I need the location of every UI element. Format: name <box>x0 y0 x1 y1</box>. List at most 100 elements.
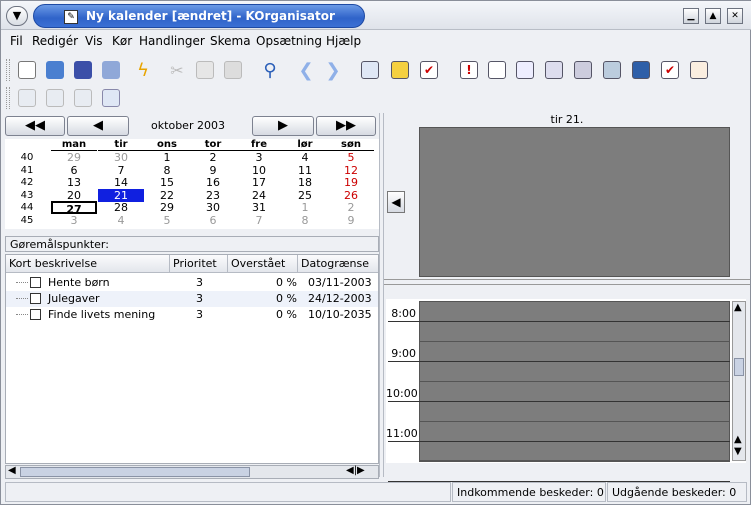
scroll-right-arrows[interactable]: ◀|▶ <box>346 465 365 476</box>
maximize-button[interactable]: ▲ <box>705 8 721 24</box>
calendar-day[interactable]: 10 <box>236 164 282 177</box>
copy-icon[interactable] <box>193 58 217 82</box>
todo-row[interactable]: Hente børn 3 0 % 03/11-2003 <box>6 275 378 291</box>
scroll-thumb[interactable] <box>20 467 250 477</box>
new-todo-icon[interactable]: ✔ <box>417 58 441 82</box>
calendar-day[interactable]: 8 <box>144 164 190 177</box>
calendar-day[interactable]: 2 <box>328 201 374 214</box>
col-completed[interactable]: Overstået <box>228 255 298 273</box>
toolbar-grip-2[interactable] <box>6 87 10 109</box>
close-button[interactable]: ✕ <box>727 8 743 24</box>
calendar-day[interactable]: 9 <box>328 214 374 227</box>
todo-row[interactable]: Finde livets mening 3 0 % 10/10-2035 <box>6 307 378 323</box>
menu-handlinger[interactable]: Handlinger <box>139 34 205 48</box>
calendar-day[interactable]: 3 <box>236 151 282 164</box>
month-icon[interactable] <box>629 58 653 82</box>
new-event-icon[interactable] <box>388 58 412 82</box>
back-icon[interactable]: ❮ <box>294 58 318 82</box>
week-number[interactable]: 40 <box>5 152 49 163</box>
week-icon[interactable] <box>571 58 595 82</box>
new-icon[interactable] <box>15 58 39 82</box>
week-number[interactable]: 43 <box>5 190 49 201</box>
calendar-day[interactable]: 31 <box>236 201 282 214</box>
calendar-day[interactable]: 9 <box>190 164 236 177</box>
calendar-day[interactable]: 17 <box>236 176 282 189</box>
agenda-splitter[interactable] <box>384 279 750 285</box>
next-year-button[interactable]: ▶▶ <box>316 116 376 136</box>
journal-icon[interactable] <box>687 58 711 82</box>
next-days-icon[interactable] <box>600 58 624 82</box>
cut-icon[interactable]: ✂ <box>165 58 189 82</box>
calendar-day[interactable]: 5 <box>144 214 190 227</box>
title-pill[interactable]: ✎ Ny kalender [ændret] - KOrganisator <box>33 4 365 28</box>
calendar-day[interactable]: 28 <box>98 201 144 214</box>
calendar-day[interactable]: 3 <box>51 214 97 227</box>
calendar-day[interactable]: 22 <box>144 189 190 202</box>
calendar-day[interactable]: 11 <box>282 164 328 177</box>
calendar-day[interactable]: 21 <box>98 188 144 202</box>
menu-fil[interactable]: Fil <box>10 34 23 48</box>
prev-day-button[interactable]: ◀ <box>387 191 405 213</box>
prev-year-button[interactable]: ◀◀ <box>5 116 65 136</box>
scroll-up-arrow[interactable]: ▲ <box>734 302 742 313</box>
calendar-day[interactable]: 24 <box>236 189 282 202</box>
calendar-day[interactable]: 1 <box>144 151 190 164</box>
week-number[interactable]: 45 <box>5 215 49 226</box>
next-month-button[interactable]: ▶ <box>252 116 314 136</box>
menu-vis[interactable]: Vis <box>85 34 103 48</box>
flash-icon[interactable]: ϟ <box>131 58 155 82</box>
calendar-day[interactable]: 25 <box>282 189 328 202</box>
col-priority[interactable]: Prioritet <box>170 255 228 273</box>
calendar-day[interactable]: 23 <box>190 189 236 202</box>
calendar-day[interactable]: 7 <box>236 214 282 227</box>
scroll-left-arrow[interactable]: ◀ <box>8 465 16 476</box>
window-menu-button[interactable]: ▼ <box>6 6 28 26</box>
todo-list-icon[interactable]: ✔ <box>658 58 682 82</box>
todo-checkbox[interactable] <box>30 293 41 304</box>
calendar-day[interactable]: 18 <box>282 176 328 189</box>
list-icon[interactable] <box>485 58 509 82</box>
calendar-day[interactable]: 20 <box>51 189 97 202</box>
whats-next-icon[interactable]: ! <box>457 58 481 82</box>
calendar-day[interactable]: 30 <box>98 151 144 164</box>
menu-hjaelp[interactable]: Hjælp <box>326 34 361 48</box>
calendar-day[interactable]: 30 <box>190 201 236 214</box>
week-number[interactable]: 42 <box>5 177 49 188</box>
book-icon[interactable] <box>99 86 123 110</box>
calendar-day[interactable]: 26 <box>328 189 374 202</box>
calendar-day[interactable]: 6 <box>51 164 97 177</box>
agenda-vertical-scrollbar[interactable]: ▲ ▲ ▼ <box>732 301 746 461</box>
todo-checkbox[interactable] <box>30 309 41 320</box>
calendar-day[interactable]: 12 <box>328 164 374 177</box>
col-description[interactable]: Kort beskrivelse <box>6 255 170 273</box>
workweek-icon[interactable] <box>542 58 566 82</box>
calendar-day[interactable]: 14 <box>98 176 144 189</box>
mail-icon[interactable] <box>43 86 67 110</box>
calendar-day[interactable]: 2 <box>190 151 236 164</box>
paste-icon[interactable] <box>221 58 245 82</box>
day-icon[interactable] <box>513 58 537 82</box>
menu-kor[interactable]: Kør <box>112 34 132 48</box>
agenda-scroll-thumb[interactable] <box>734 358 744 376</box>
menu-rediger[interactable]: Redigér <box>32 34 78 48</box>
menu-skema[interactable]: Skema <box>210 34 251 48</box>
week-number[interactable]: 44 <box>5 202 49 213</box>
calendar-day[interactable]: 27 <box>51 201 97 216</box>
open-icon[interactable] <box>43 58 67 82</box>
mail-send-icon[interactable] <box>71 86 95 110</box>
minimize-button[interactable]: ▁ <box>683 8 699 24</box>
print-icon[interactable] <box>99 58 123 82</box>
calendar-day[interactable]: 1 <box>282 201 328 214</box>
calendar-day[interactable]: 19 <box>328 176 374 189</box>
import-icon[interactable] <box>358 58 382 82</box>
scroll-up-arrow-2[interactable]: ▲ <box>734 434 742 445</box>
todo-row[interactable]: Julegaver 3 0 % 24/12-2003 <box>6 291 378 307</box>
forward-icon[interactable]: ❯ <box>321 58 345 82</box>
calendar-day[interactable]: 16 <box>190 176 236 189</box>
calendar-day[interactable]: 8 <box>282 214 328 227</box>
search-icon[interactable]: ⚲ <box>258 58 282 82</box>
calendar-day[interactable]: 4 <box>282 151 328 164</box>
calendar-day[interactable]: 5 <box>328 151 374 164</box>
todo-horizontal-scrollbar[interactable]: ◀ ◀|▶ <box>5 465 379 479</box>
mail-new-icon[interactable] <box>15 86 39 110</box>
